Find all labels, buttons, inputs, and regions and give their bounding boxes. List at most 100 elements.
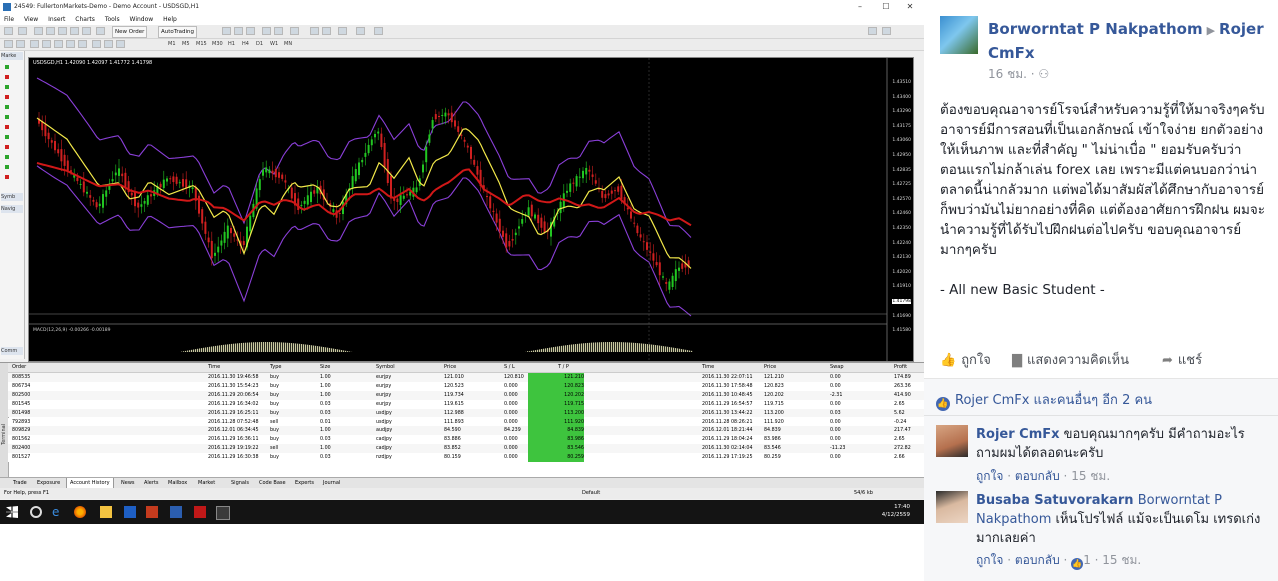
chat-icon[interactable] xyxy=(882,27,891,35)
timeframe-m5[interactable]: M5 xyxy=(182,40,190,49)
col-symbol[interactable]: Symbol xyxy=(376,363,395,372)
tab-exposure[interactable]: Exposure xyxy=(34,478,63,488)
zoom-in-icon[interactable] xyxy=(262,27,271,35)
table-row[interactable]: 8015272016.11.29 16:30:38buy0.03nzdjpy80… xyxy=(8,453,924,462)
navigator-icon[interactable] xyxy=(58,27,67,35)
text-icon[interactable] xyxy=(92,40,101,48)
like-button[interactable]: 👍ถูกใจ xyxy=(940,349,991,370)
comment-button[interactable]: ▇แสดงความคิดเห็น xyxy=(1012,349,1129,370)
timeframe-h4[interactable]: H4 xyxy=(242,40,249,49)
platform-screenshot[interactable]: 24549: FullertonMarkets-Demo - Demo Acco… xyxy=(0,0,925,524)
autoscroll-icon[interactable] xyxy=(310,27,319,35)
table-row[interactable]: 8015622016.11.29 16:36:11buy0.03cadjpy83… xyxy=(8,435,924,444)
mt4-taskbar-icon[interactable] xyxy=(216,506,230,520)
commenter-avatar[interactable] xyxy=(936,425,968,457)
minimize-icon[interactable]: – xyxy=(848,0,872,14)
col-price[interactable]: Price xyxy=(444,363,456,372)
tab-experts[interactable]: Experts xyxy=(292,478,317,488)
col-type[interactable]: Type xyxy=(270,363,281,372)
tab-mailbox[interactable]: Mailbox xyxy=(165,478,190,488)
terminal-icon[interactable] xyxy=(70,27,79,35)
market-watch-tab[interactable]: Marke xyxy=(1,52,23,60)
fibonacci-icon[interactable] xyxy=(78,40,87,48)
close-icon[interactable]: ✕ xyxy=(898,0,922,14)
search-icon[interactable] xyxy=(868,27,877,35)
maximize-icon[interactable]: ☐ xyxy=(874,0,898,14)
timeframe-d1[interactable]: D1 xyxy=(256,40,263,49)
bar-chart-icon[interactable] xyxy=(222,27,231,35)
col-close-price[interactable]: Price xyxy=(764,363,776,372)
data-window-icon[interactable] xyxy=(46,27,55,35)
channel-icon[interactable] xyxy=(66,40,75,48)
table-row[interactable]: 8098292016.12.01 06:34:45buy1.00audjpy84… xyxy=(8,426,924,435)
col-tp[interactable]: T / P xyxy=(558,363,569,372)
market-watch-icon[interactable] xyxy=(34,27,43,35)
share-button[interactable]: ➦แชร์ xyxy=(1162,349,1202,370)
likes-summary[interactable]: 👍Rojer CmFx และคนอื่นๆ อีก 2 คน xyxy=(936,389,1152,411)
menu-view[interactable]: View xyxy=(24,14,38,25)
table-row[interactable]: 8024002016.11.29 19:19:22sell1.00cadjpy8… xyxy=(8,444,924,453)
store-icon[interactable] xyxy=(124,506,136,518)
commenter-avatar[interactable] xyxy=(936,491,968,523)
periods-icon[interactable] xyxy=(356,27,365,35)
comment-reply-link[interactable]: ตอบกลับ xyxy=(1015,469,1060,483)
search-icon[interactable] xyxy=(30,506,42,518)
table-row[interactable]: 8014982016.11.29 16:25:11buy0.03usdjpy11… xyxy=(8,409,924,418)
timeframe-m30[interactable]: M30 xyxy=(212,40,223,49)
tab-code-base[interactable]: Code Base xyxy=(256,478,289,488)
table-row[interactable]: 8085352016.11.30 19:46:58buy1.00eurjpy12… xyxy=(8,373,924,382)
col-size[interactable]: Size xyxy=(320,363,330,372)
trendline-icon[interactable] xyxy=(54,40,63,48)
tester-icon[interactable] xyxy=(82,27,91,35)
timeframe-m15[interactable]: M15 xyxy=(196,40,207,49)
table-row[interactable]: 7928932016.11.28 07:52:48sell0.01usdjpy1… xyxy=(8,418,924,427)
post-timestamp[interactable]: 16 ชม. · ⚇ xyxy=(988,65,1049,84)
col-time[interactable]: Time xyxy=(208,363,220,372)
indicators-icon[interactable] xyxy=(338,27,347,35)
col-swap[interactable]: Swap xyxy=(830,363,844,372)
col-close-time[interactable]: Time xyxy=(702,363,714,372)
windows-start-icon[interactable] xyxy=(6,506,18,518)
horizontal-line-icon[interactable] xyxy=(42,40,51,48)
tab-journal[interactable]: Journal xyxy=(320,478,343,488)
col-sl[interactable]: S / L xyxy=(504,363,515,372)
timeframe-mn[interactable]: MN xyxy=(284,40,292,49)
label-icon[interactable] xyxy=(104,40,113,48)
comment-time[interactable]: 15 ชม. xyxy=(1102,553,1141,567)
firefox-icon[interactable] xyxy=(74,506,86,518)
tab-market[interactable]: Market xyxy=(195,478,218,488)
comment-like-count[interactable]: 1 xyxy=(1083,553,1091,567)
tile-windows-icon[interactable] xyxy=(290,27,299,35)
author-name[interactable]: Borworntat P Nakpathom xyxy=(988,20,1203,38)
profiles-icon[interactable] xyxy=(18,27,27,35)
candle-chart-icon[interactable] xyxy=(234,27,243,35)
templates-icon[interactable] xyxy=(374,27,383,35)
table-row[interactable]: 8067342016.11.30 15:54:23buy1.00eurjpy12… xyxy=(8,382,924,391)
autotrading-button[interactable]: AutoTrading xyxy=(158,26,197,38)
tab-news[interactable]: News xyxy=(118,478,138,488)
new-order-button[interactable]: New Order xyxy=(112,26,147,38)
menu-help[interactable]: Help xyxy=(163,14,177,25)
col-profit[interactable]: Profit xyxy=(894,363,907,372)
price-chart[interactable]: USDSGD,H1 1.42090 1.42097 1.41772 1.4179… xyxy=(28,57,914,362)
arrows-icon[interactable] xyxy=(116,40,125,48)
common-tab[interactable]: Comm xyxy=(1,347,23,355)
timeframe-h1[interactable]: H1 xyxy=(228,40,235,49)
comment-reply-link[interactable]: ตอบกลับ xyxy=(1015,553,1060,567)
app-red-icon[interactable] xyxy=(194,506,206,518)
commenter-name[interactable]: Rojer CmFx xyxy=(976,427,1060,442)
menu-charts[interactable]: Charts xyxy=(75,14,95,25)
symbols-tab[interactable]: Symb xyxy=(1,193,23,201)
market-watch-panel[interactable]: Marke Symb Navig Comm xyxy=(0,51,25,359)
cursor-icon[interactable] xyxy=(4,40,13,48)
edge-icon[interactable]: e xyxy=(52,506,64,518)
chart-shift-icon[interactable] xyxy=(322,27,331,35)
crosshair-icon[interactable] xyxy=(16,40,25,48)
timeframe-w1[interactable]: W1 xyxy=(270,40,278,49)
timeframe-m1[interactable]: M1 xyxy=(168,40,176,49)
comment-like-link[interactable]: ถูกใจ xyxy=(976,553,1003,567)
word-icon[interactable] xyxy=(170,506,182,518)
folder-icon[interactable] xyxy=(100,506,112,518)
new-chart-icon[interactable] xyxy=(4,27,13,35)
tab-alerts[interactable]: Alerts xyxy=(141,478,162,488)
